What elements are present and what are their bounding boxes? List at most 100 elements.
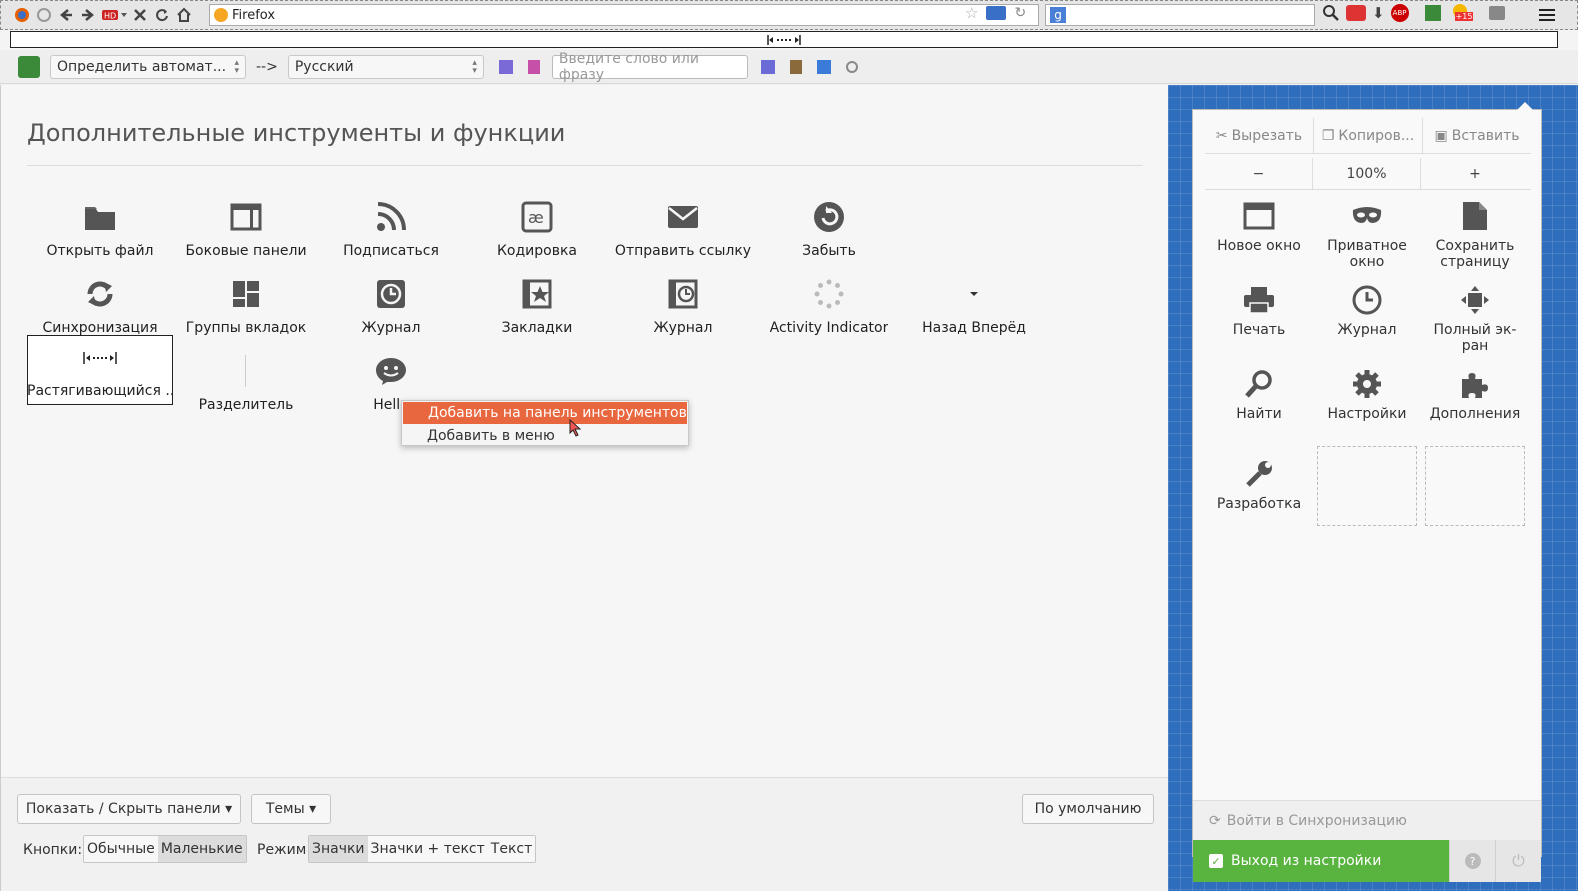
paste-button[interactable]: ▣ Вставить xyxy=(1423,118,1531,153)
palette-item-open-file[interactable]: Открыть файл xyxy=(27,185,173,259)
search-bar[interactable]: g xyxy=(1045,4,1315,26)
firefox-logo-icon[interactable] xyxy=(11,4,33,26)
history-dial-icon[interactable] xyxy=(33,4,55,26)
title-divider xyxy=(27,165,1143,166)
private-mask-icon xyxy=(1349,198,1385,234)
palette-item-separator[interactable]: Разделитель xyxy=(173,339,319,413)
hd-icon[interactable]: HD xyxy=(99,4,129,26)
panel-item-print[interactable]: Печать xyxy=(1205,282,1313,338)
google-search-icon[interactable]: g xyxy=(1050,7,1066,23)
menu-item-add-to-menu[interactable]: Добавить в меню xyxy=(402,425,688,447)
source-language-select[interactable]: Определить автомат... ▴ ▾ xyxy=(50,54,246,79)
panel-item-label: Настройки xyxy=(1327,406,1407,422)
swap-languages-icon[interactable] xyxy=(496,57,516,77)
forward-icon[interactable] xyxy=(77,4,99,26)
palette-item-label: Забыть xyxy=(802,243,856,259)
themes-button[interactable]: Темы ▾ xyxy=(251,794,331,824)
translate-ext-icon[interactable] xyxy=(1424,5,1441,21)
panel-item-label: Приватное окно xyxy=(1327,238,1407,270)
separator-icon xyxy=(226,351,266,391)
panel-footer-buttons: ? ⏻ xyxy=(1449,840,1541,882)
search-magnifier-icon[interactable] xyxy=(1322,4,1340,22)
zoom-in-button[interactable]: + xyxy=(1421,158,1529,189)
edit-controls: ✂ Вырезать ❐ Копиров... ▣ Вставить xyxy=(1205,118,1531,154)
mode-label: Режим xyxy=(257,842,307,858)
panel-item-developer[interactable]: Разработка xyxy=(1205,456,1313,512)
clipboard-paste-icon: ▣ xyxy=(1434,127,1448,144)
reload-icon[interactable] xyxy=(151,4,173,26)
zoom-reset-button[interactable]: 100% xyxy=(1313,158,1421,189)
paste-label: Вставить xyxy=(1451,127,1520,144)
panel-item-addons[interactable]: Дополнения xyxy=(1421,366,1529,422)
panel-item-find[interactable]: Найти xyxy=(1205,366,1313,422)
weather-ext-icon[interactable]: +15 xyxy=(1452,4,1475,22)
palette-item-encoding[interactable]: æ Кодировка xyxy=(464,185,610,259)
mode-icons-text[interactable]: Значки + текст xyxy=(367,836,488,862)
palette-item-bookmarks[interactable]: Закладки xyxy=(464,262,610,336)
sync-signin-row[interactable]: ⟳ Войти в Синхронизацию xyxy=(1193,800,1541,840)
find-icon xyxy=(1241,366,1277,402)
copy-button[interactable]: ❐ Копиров... xyxy=(1314,118,1423,153)
panel-item-new-window[interactable]: Новое окно xyxy=(1205,198,1313,254)
forget-icon xyxy=(809,197,849,237)
stop-icon[interactable] xyxy=(129,4,151,26)
palette-item-history[interactable]: Журнал xyxy=(318,262,464,336)
flexible-space-toolbar-icon xyxy=(767,34,801,45)
bookmarks-icon xyxy=(517,274,557,314)
reader-mode-icon[interactable] xyxy=(986,6,1007,20)
clipboard-icon[interactable] xyxy=(786,57,806,77)
hamburger-menu-button[interactable] xyxy=(1536,5,1558,25)
palette-item-label: Кодировка xyxy=(496,243,578,259)
menu-item-add-to-toolbar[interactable]: Добавить на панель инструментов xyxy=(403,402,687,424)
home-icon[interactable] xyxy=(173,4,195,26)
bookmark-star-icon[interactable]: ☆ xyxy=(965,4,978,22)
translate-input-placeholder: Введите слово или фразу xyxy=(558,50,699,83)
palette-item-sync[interactable]: Синхронизация xyxy=(27,262,173,336)
translator-logo-icon[interactable] xyxy=(18,55,40,78)
palette-item-forget[interactable]: Забыть xyxy=(756,185,902,259)
panel-item-label: Новое окно xyxy=(1217,238,1301,254)
mode-icons[interactable]: Значки xyxy=(309,836,368,862)
back-icon[interactable] xyxy=(55,4,77,26)
palette-item-activity-indicator[interactable]: Activity Indicator xyxy=(756,262,902,336)
exit-customize-button[interactable]: ✓ Выход из настройки xyxy=(1193,840,1449,882)
restore-defaults-button[interactable]: По умолчанию xyxy=(1022,794,1154,824)
quit-button[interactable]: ⏻ xyxy=(1495,840,1541,882)
url-bar[interactable]: Firefox xyxy=(209,4,1039,26)
palette-item-subscribe[interactable]: Подписаться xyxy=(318,185,464,259)
translate-page-icon[interactable] xyxy=(814,57,834,77)
palette-item-tab-groups[interactable]: Группы вкладок xyxy=(173,262,319,336)
translate-input[interactable]: Введите слово или фразу xyxy=(551,51,748,83)
menu-panel-area: ✂ Вырезать ❐ Копиров... ▣ Вставить − 100% +… xyxy=(1168,85,1578,891)
palette-item-history-panel[interactable]: Журнал xyxy=(610,262,756,336)
button-size-small[interactable]: Маленькие xyxy=(157,836,246,862)
translator-settings-icon[interactable] xyxy=(842,57,862,77)
panel-item-history[interactable]: Журнал xyxy=(1313,282,1421,338)
reload-small-icon[interactable]: ↻ xyxy=(1014,5,1026,21)
palette-item-label: Журнал xyxy=(653,320,713,336)
panel-item-private-window[interactable]: Приватное окно xyxy=(1313,198,1421,270)
download-icon[interactable]: ⬇ xyxy=(1372,4,1385,22)
font-icon[interactable] xyxy=(758,57,778,77)
flexible-space-toolbar-item[interactable] xyxy=(10,31,1558,48)
palette-item-email-link[interactable]: Отправить ссылку xyxy=(610,185,756,259)
screenshot-ext-icon[interactable] xyxy=(1488,6,1505,20)
cut-button[interactable]: ✂ Вырезать xyxy=(1205,118,1314,153)
pocket-icon[interactable] xyxy=(1346,5,1366,21)
palette-item-back-forward[interactable]: Назад Вперёд xyxy=(901,262,1047,336)
button-size-normal[interactable]: Обычные xyxy=(84,836,158,862)
zoom-out-button[interactable]: − xyxy=(1205,158,1313,189)
target-language-select[interactable]: Русский ▴ ▾ xyxy=(287,54,484,79)
mode-text[interactable]: Текст xyxy=(487,836,536,862)
palette-item-sidebars[interactable]: Боковые панели xyxy=(173,185,319,259)
dictionary-icon[interactable] xyxy=(524,57,544,77)
buttons-size-label: Кнопки: xyxy=(23,842,83,858)
panel-item-save-page[interactable]: Сохранить страницу xyxy=(1421,198,1529,270)
help-button[interactable]: ? xyxy=(1449,840,1495,882)
adblock-icon[interactable]: ABP xyxy=(1390,4,1409,22)
panel-item-settings[interactable]: Настройки xyxy=(1313,366,1421,422)
show-hide-toolbars-button[interactable]: Показать / Скрыть панели ▾ xyxy=(17,794,241,824)
panel-item-fullscreen[interactable]: Полный эк-ран xyxy=(1421,282,1529,354)
empty-slot xyxy=(1317,446,1417,526)
mouse-cursor-icon xyxy=(569,419,581,437)
